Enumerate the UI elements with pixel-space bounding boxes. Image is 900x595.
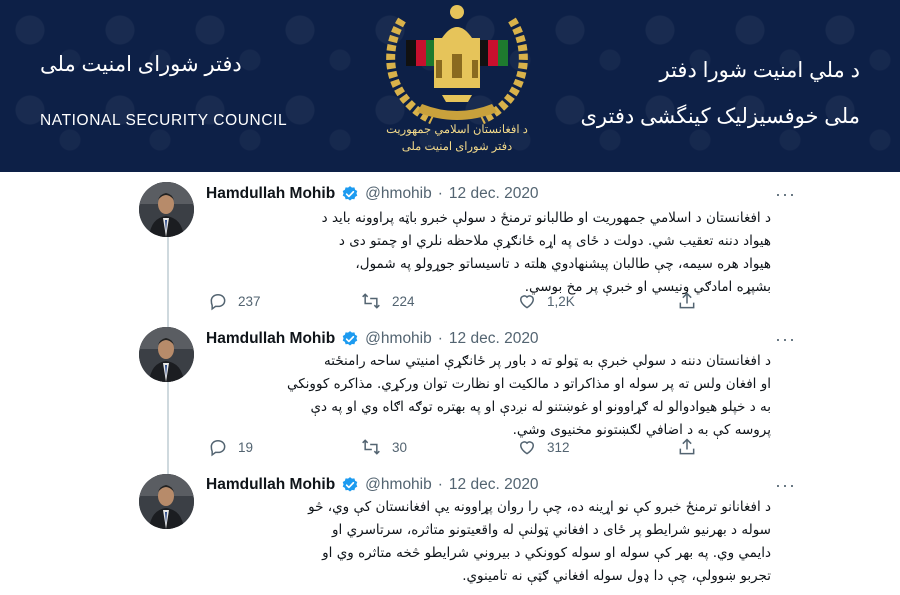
share-button[interactable] bbox=[677, 291, 707, 311]
like-button[interactable]: 1,2K bbox=[517, 291, 575, 311]
tweet-text-line: د افغانستان د اسلامي جمهوریت او طالبانو … bbox=[321, 210, 771, 226]
retweet-icon bbox=[362, 439, 380, 455]
reply-button[interactable]: 237 bbox=[208, 291, 261, 311]
retweet-button[interactable]: 30 bbox=[360, 437, 407, 457]
author-name[interactable]: Hamdullah Mohib bbox=[206, 330, 335, 348]
author-handle[interactable]: @hmohib bbox=[365, 476, 432, 494]
tweet-text: د افغانستان دننه د سولې خبرې به ټولو ته … bbox=[206, 350, 771, 442]
banner-dari-title: دفتر شورای امنیت ملی bbox=[40, 53, 242, 76]
banner-english-title: NATIONAL SECURITY COUNCIL bbox=[40, 112, 288, 129]
reply-button[interactable]: 19 bbox=[208, 437, 253, 457]
retweet-icon bbox=[362, 293, 380, 309]
author-handle[interactable]: @hmohib bbox=[365, 185, 432, 203]
tweet-text-line: د افغانانو ترمنځ خبرو کې نو اړینه ده، چې… bbox=[308, 499, 771, 515]
tweet-text-line: دایمي وي. په بهر کې سوله او سوله کوونکي … bbox=[322, 545, 771, 561]
like-button[interactable]: 312 bbox=[517, 437, 570, 457]
like-count: 312 bbox=[547, 439, 570, 455]
separator-dot: · bbox=[437, 476, 443, 493]
share-icon bbox=[679, 438, 695, 455]
verified-badge-icon bbox=[341, 185, 359, 203]
separator-dot: · bbox=[437, 185, 443, 202]
retweet-button[interactable]: 224 bbox=[360, 291, 415, 311]
reply-icon bbox=[210, 439, 226, 457]
avatar[interactable] bbox=[139, 327, 194, 382]
tweet-text: د افغانانو ترمنځ خبرو کې نو اړینه ده، چې… bbox=[206, 496, 771, 588]
banner-uzbek-title: ملی خوفسيزليک کينگشی دفتری bbox=[580, 105, 860, 128]
verified-badge-icon bbox=[341, 476, 359, 494]
reply-count: 237 bbox=[238, 293, 261, 309]
more-options-icon[interactable]: ··· bbox=[775, 330, 796, 348]
author-name[interactable]: Hamdullah Mohib bbox=[206, 476, 335, 494]
heart-icon bbox=[519, 295, 535, 309]
retweet-count: 30 bbox=[392, 439, 408, 455]
tweet-text-line: د افغانستان دننه د سولې خبرې به ټولو ته … bbox=[324, 353, 771, 369]
tweet-date[interactable]: 12 dec. 2020 bbox=[449, 185, 539, 203]
retweet-count: 224 bbox=[392, 293, 415, 309]
reply-icon bbox=[210, 293, 226, 311]
separator-dot: · bbox=[437, 330, 443, 347]
nsc-banner: دفتر شورای امنیت ملی NATIONAL SECURITY C… bbox=[0, 0, 900, 172]
banner-pashto-title: د ملي امنیت شورا دفتر bbox=[659, 59, 860, 82]
tweet-date[interactable]: 12 dec. 2020 bbox=[449, 330, 539, 348]
tweet-text-line: هیواد دننه تعقیب شي. دولت د ځای په اړه ځ… bbox=[338, 233, 771, 249]
tweet-text-line: به د خپلو هیوادوالو له ګړاوونو او غوښتنو… bbox=[310, 399, 771, 415]
tweet-actions: 19 30 312 bbox=[0, 437, 900, 457]
more-options-icon[interactable]: ··· bbox=[775, 185, 796, 203]
tweet-header: Hamdullah Mohib @hmohib · 12 dec. 2020 bbox=[206, 329, 539, 349]
tweet-actions: 237 224 1,2K bbox=[0, 291, 900, 311]
like-count: 1,2K bbox=[547, 293, 575, 309]
tweet-date[interactable]: 12 dec. 2020 bbox=[449, 476, 539, 494]
avatar[interactable] bbox=[139, 474, 194, 529]
more-options-icon[interactable]: ··· bbox=[775, 476, 796, 494]
tweet-text-line: هیواد هره سیمه، چې طالبان پیشنهادوي هلته… bbox=[355, 256, 771, 272]
tweet-text-line: سوله د بهرنیو شرایطو پر ځای د افغاني ټول… bbox=[332, 522, 771, 538]
afghanistan-emblem-icon bbox=[386, 5, 528, 125]
author-handle[interactable]: @hmohib bbox=[365, 330, 432, 348]
tweet-header: Hamdullah Mohib @hmohib · 12 dec. 2020 bbox=[206, 475, 539, 495]
author-name[interactable]: Hamdullah Mohib bbox=[206, 185, 335, 203]
reply-count: 19 bbox=[238, 439, 254, 455]
avatar[interactable] bbox=[139, 182, 194, 237]
share-button[interactable] bbox=[677, 437, 707, 457]
tweet-text-line: او افغان ولس ته پر سوله او مذاکراتو د ما… bbox=[286, 376, 771, 392]
share-icon bbox=[679, 292, 695, 309]
heart-icon bbox=[519, 441, 535, 455]
verified-badge-icon bbox=[341, 330, 359, 348]
emblem-caption-line2: دفتر شورای امنیت ملی bbox=[401, 141, 513, 153]
tweet-text-line: تجربو ښوولې، چې دا ډول سوله افغاني ګټې ن… bbox=[462, 568, 771, 584]
emblem-caption-line1: د افغانستان اسلامي جمهوريت bbox=[386, 124, 528, 136]
tweet-header: Hamdullah Mohib @hmohib · 12 dec. 2020 bbox=[206, 184, 539, 204]
tweet-text: د افغانستان د اسلامي جمهوریت او طالبانو … bbox=[206, 207, 771, 299]
